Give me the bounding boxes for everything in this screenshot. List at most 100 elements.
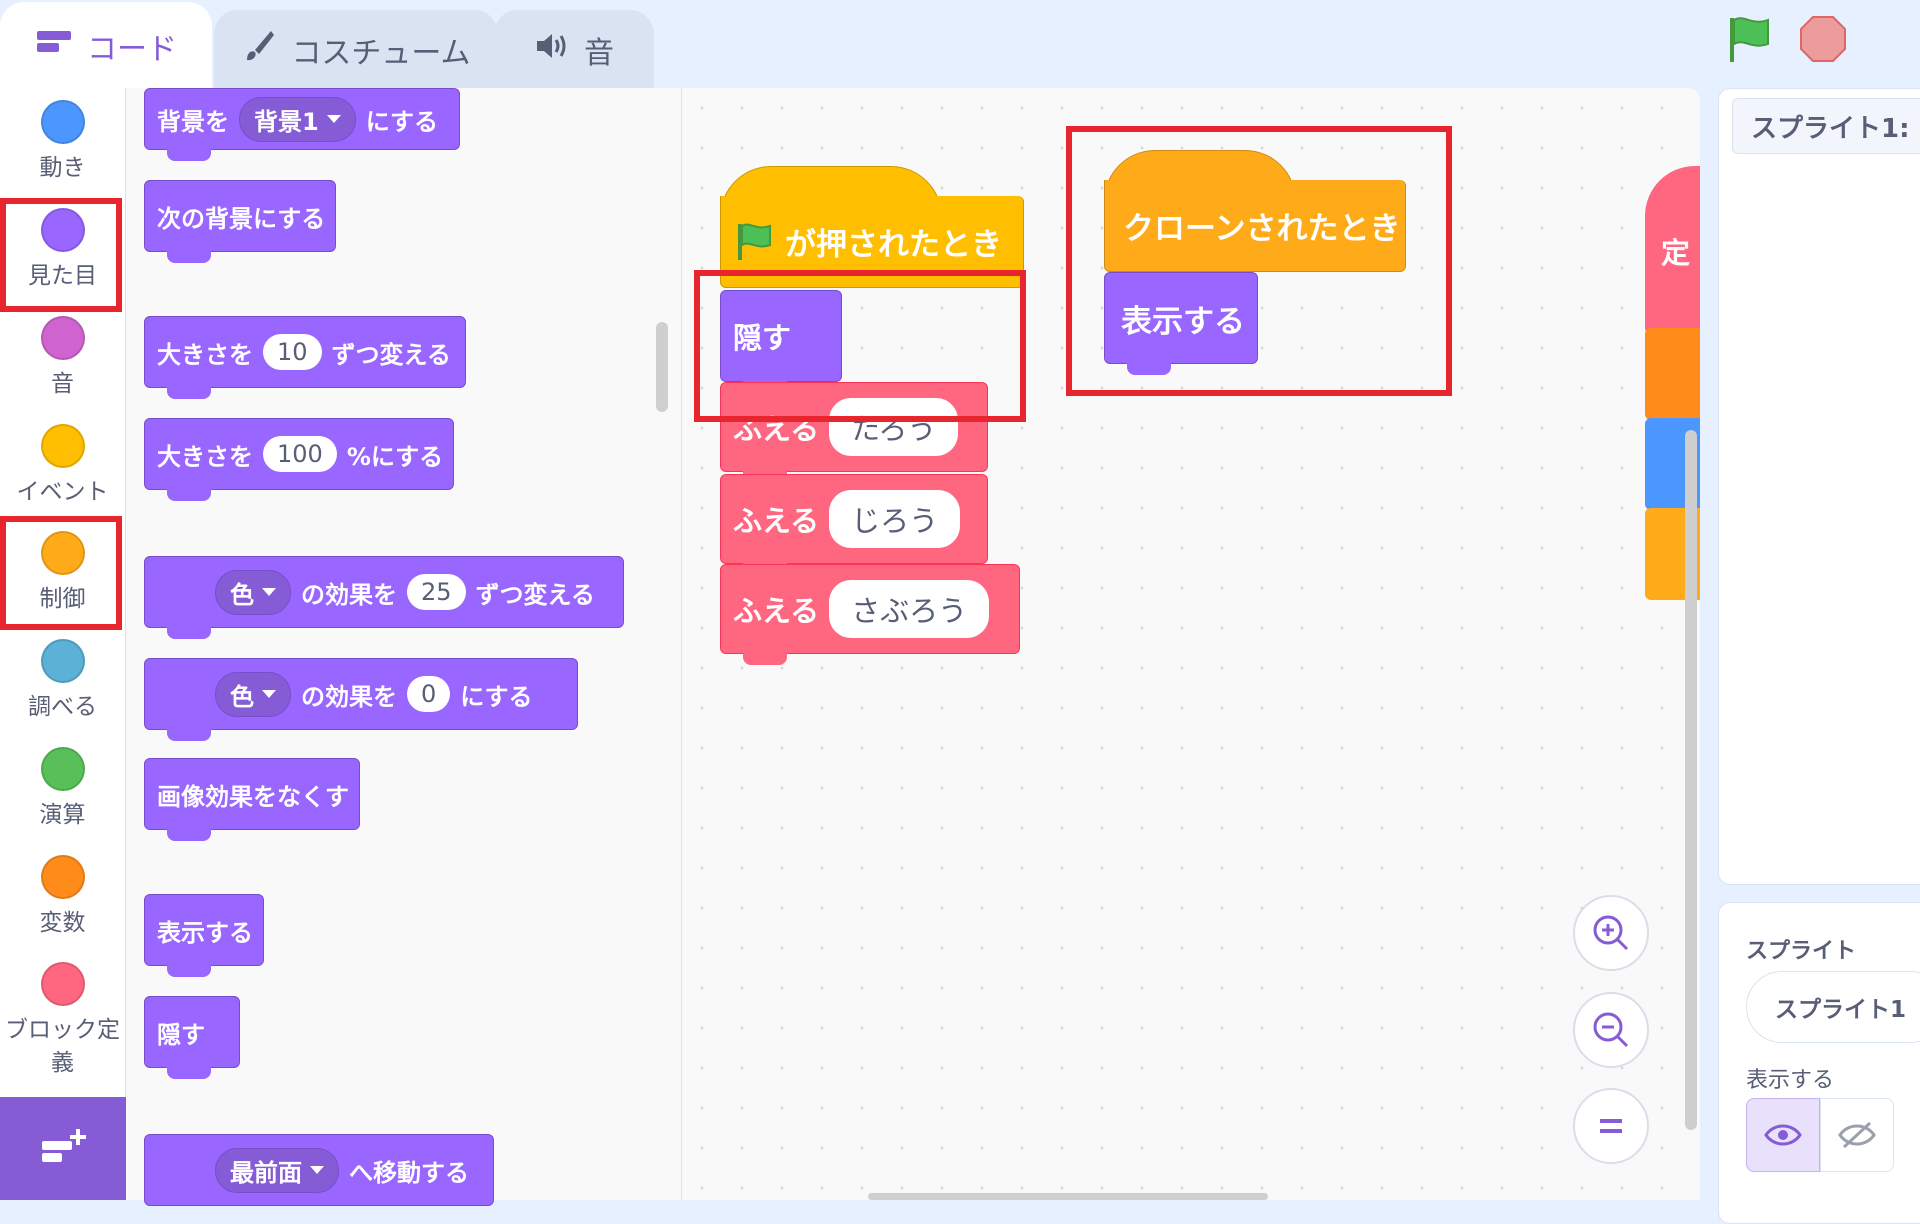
category-operators[interactable]: 演算 <box>0 747 125 832</box>
show-sprite-button[interactable] <box>1746 1098 1820 1172</box>
define-block-partial[interactable]: 定 <box>1645 166 1700 334</box>
green-flag-icon <box>738 223 771 260</box>
dropdown-value: 最前面 <box>230 1158 302 1187</box>
motion-dot <box>40 100 85 144</box>
tab-sounds[interactable]: 音 <box>494 10 654 88</box>
my-blocks-dot <box>40 962 85 1006</box>
category-label: 変数 <box>39 910 86 936</box>
events-dot <box>40 424 85 468</box>
caret-down-icon <box>310 1166 324 1174</box>
variables-dot <box>40 855 85 899</box>
block-text: の効果を <box>301 580 397 609</box>
dropdown-value: 背景1 <box>254 107 319 136</box>
switch-backdrop-block[interactable]: 背景を 背景1 にする <box>144 88 460 161</box>
tab-code-label: コード <box>87 31 177 67</box>
stage-panel <box>1718 88 1920 885</box>
tab-costumes-label: コスチューム <box>291 35 471 71</box>
category-sensing[interactable]: 調べる <box>0 639 125 724</box>
add-extension-button[interactable] <box>0 1097 128 1200</box>
category-label: 演算 <box>39 802 86 828</box>
block-text: %にする <box>346 442 444 471</box>
hide-sprite-button[interactable] <box>1820 1098 1894 1172</box>
sprite-name-input[interactable]: スプライト1 <box>1746 971 1920 1043</box>
hide-block[interactable]: 隠す <box>144 996 240 1079</box>
add-extension-icon <box>42 1128 86 1162</box>
change-size-block[interactable]: 大きさを 10 ずつ変える <box>144 316 466 399</box>
effect-dropdown[interactable]: 色 <box>215 671 291 717</box>
category-events[interactable]: イベント <box>0 424 125 509</box>
layer-dropdown[interactable]: 最前面 <box>215 1147 339 1193</box>
block-text: 大きさを <box>157 442 253 471</box>
category-motion[interactable]: 動き <box>0 100 125 185</box>
effect-value-input[interactable]: 0 <box>407 676 451 712</box>
palette-scrollbar[interactable] <box>656 322 668 412</box>
block-text: 画像効果をなくす <box>157 782 349 811</box>
call-fueru-block[interactable]: ふえる さぶろう <box>720 564 1020 665</box>
argument-input[interactable]: さぶろう <box>829 580 990 638</box>
clear-effects-block[interactable]: 画像効果をなくす <box>144 758 360 841</box>
effect-dropdown[interactable]: 色 <box>215 569 291 615</box>
workspace-horizontal-scrollbar[interactable] <box>868 1193 1268 1200</box>
block-text: にする <box>365 107 438 136</box>
block-text: へ移動する <box>349 1158 469 1187</box>
stop-icon <box>1800 16 1846 62</box>
highlight-control-category <box>0 516 122 630</box>
zoom-in-icon <box>1593 915 1629 951</box>
block-text: ふえる <box>733 594 820 628</box>
eye-icon <box>1764 1124 1802 1146</box>
sound-dot <box>40 316 85 360</box>
block-text: 背景を <box>157 107 229 136</box>
caret-down-icon <box>262 690 276 698</box>
stage-sprite-title: スプライト1: ス <box>1732 98 1920 154</box>
sprite-label: スプライト <box>1746 939 1857 964</box>
category-label: 動き <box>39 155 86 181</box>
zoom-reset-button[interactable] <box>1573 1088 1649 1164</box>
green-flag-icon <box>1730 17 1769 62</box>
category-my-blocks[interactable]: ブロック定義 <box>0 962 125 1080</box>
set-size-block[interactable]: 大きさを 100 %にする <box>144 418 454 501</box>
speaker-icon <box>534 31 570 69</box>
stop-button[interactable] <box>1798 14 1848 64</box>
go-to-layer-block[interactable]: 最前面 へ移動する <box>144 1134 494 1206</box>
block-text: 表示する <box>157 918 253 947</box>
equals-icon <box>1600 1119 1622 1133</box>
change-effect-block[interactable]: 色 の効果を 25 ずつ変える <box>144 556 624 639</box>
tab-code[interactable]: コード <box>0 2 212 88</box>
category-label: ブロック定義 <box>5 1017 120 1076</box>
size-change-input[interactable]: 10 <box>263 334 322 370</box>
brush-icon <box>241 28 277 72</box>
effect-change-input[interactable]: 25 <box>407 574 466 610</box>
size-value-input[interactable]: 100 <box>263 436 337 472</box>
zoom-out-button[interactable] <box>1573 992 1649 1068</box>
dropdown-value: 色 <box>230 580 254 609</box>
code-icon <box>35 28 73 64</box>
call-fueru-block[interactable]: ふえる じろう <box>720 474 988 575</box>
zoom-out-icon <box>1593 1012 1629 1048</box>
block-text: ふえる <box>733 504 820 538</box>
set-effect-block[interactable]: 色 の効果を 0 にする <box>144 658 578 741</box>
category-variables[interactable]: 変数 <box>0 855 125 940</box>
partial-block-orange[interactable] <box>1645 328 1700 420</box>
show-label: 表示する <box>1746 1068 1835 1093</box>
caret-down-icon <box>326 115 341 123</box>
green-flag-button[interactable] <box>1722 14 1778 66</box>
operators-dot <box>40 747 85 791</box>
category-sound[interactable]: 音 <box>0 316 125 401</box>
next-backdrop-block[interactable]: 次の背景にする <box>144 180 336 263</box>
highlight-clone-script <box>1066 126 1452 396</box>
tab-costumes[interactable]: コスチューム <box>214 10 498 88</box>
show-block[interactable]: 表示する <box>144 894 264 977</box>
block-text: 大きさを <box>157 340 253 369</box>
workspace-scrollbar[interactable] <box>1685 430 1697 1130</box>
caret-down-icon <box>262 588 276 596</box>
block-text: にする <box>460 682 533 711</box>
block-text: ずつ変える <box>475 580 595 609</box>
block-text: の効果を <box>301 682 397 711</box>
sensing-dot <box>40 639 85 683</box>
backdrop-dropdown[interactable]: 背景1 <box>239 96 356 142</box>
block-text: 定 <box>1661 236 1691 270</box>
dropdown-value: 色 <box>230 682 254 711</box>
block-text: 隠す <box>157 1020 205 1049</box>
zoom-in-button[interactable] <box>1573 895 1649 971</box>
argument-input[interactable]: じろう <box>829 490 961 548</box>
